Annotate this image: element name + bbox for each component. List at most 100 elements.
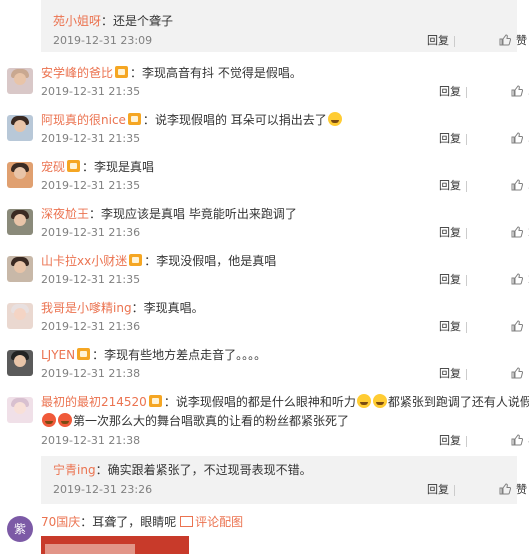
comment-meta: 2019-12-31 21:35 回复 30 (41, 131, 529, 147)
reply-button[interactable]: 回复 (439, 84, 461, 100)
reply-button[interactable]: 回复 (427, 482, 449, 498)
vip-badge-icon (148, 395, 162, 407)
emoji-icon (42, 413, 56, 427)
comment-meta: 2019-12-31 21:36 回复 16 (41, 319, 529, 335)
comment-body: 李现是真唱 (94, 160, 155, 174)
reply-button[interactable]: 回复 (439, 131, 461, 147)
divider (466, 134, 467, 145)
vip-badge-icon (127, 113, 141, 125)
comment-meta: 2019-12-31 23:09 回复 赞 (53, 33, 527, 49)
vip-badge-icon (129, 254, 143, 266)
thumbs-up-icon (511, 85, 523, 97)
comment-body: 说李现假唱的 耳朵可以捐出去了 (154, 113, 327, 127)
comment-body: 李现有些地方差点走音了。。。。 (104, 348, 267, 362)
comment-body-continued: 都紧张到跑调了还有人说假唱 (387, 395, 529, 409)
avatar[interactable] (7, 162, 33, 188)
comment-meta: 2019-12-31 21:35 回复 25 (41, 272, 529, 288)
comment-text: 安学峰的爸比 ：李现高音有抖 不觉得是假唱。 (41, 66, 302, 80)
divider (466, 275, 467, 286)
avatar[interactable] (7, 209, 33, 235)
comment-meta: 2019-12-31 21:36 回复 26 (41, 225, 529, 241)
comment-body: 说李现假唱的都是什么眼神和听力 (175, 395, 356, 409)
thumbs-up-icon (511, 226, 523, 238)
comment-text: 深夜尬王：李现应该是真唱 毕竟能听出来跑调了 (41, 207, 297, 221)
username-link[interactable]: 安学峰的爸比 (41, 66, 113, 80)
comment-meta: 2019-12-31 21:35 回复 30 (41, 178, 529, 194)
reply-button[interactable]: 回复 (439, 319, 461, 335)
like-count: 赞 (516, 34, 527, 47)
comment-body: 李现高音有抖 不觉得是假唱。 (142, 66, 302, 80)
username-link[interactable]: 阿现真的很nice (41, 113, 126, 127)
username-link[interactable]: 深夜尬王 (41, 207, 89, 221)
username-link[interactable]: 我哥是小嗲精ing (41, 301, 132, 315)
reply-button[interactable]: 回复 (439, 433, 461, 449)
username-link[interactable]: 山卡拉xx小财迷 (41, 254, 127, 268)
comment-body: 李现应该是真唱 毕竟能听出来跑调了 (101, 207, 297, 221)
comment-text: 最初的最初214520 ：说李现假唱的都是什么眼神和听力 都紧张到跑调了还有人说假唱 (41, 394, 529, 410)
thumbs-up-icon (511, 434, 523, 446)
avatar[interactable] (7, 397, 33, 423)
thumbs-up-icon (511, 320, 523, 332)
timestamp: 2019-12-31 21:35 (41, 179, 141, 192)
comment-text: 我哥是小嗲精ing：李现真唱。 (41, 301, 204, 315)
comment-text: 阿现真的很nice ：说李现假唱的 耳朵可以捐出去了 (41, 112, 343, 128)
emoji-icon (372, 394, 387, 408)
timestamp: 2019-12-31 21:36 (41, 226, 141, 239)
comment-text: 宁青ing：确实跟着紧张了，不过现哥表现不错。 (53, 463, 312, 477)
emoji-icon (58, 413, 72, 427)
thumbs-up-icon (511, 273, 523, 285)
picture-icon (180, 516, 194, 527)
comment-image-link[interactable]: 评论配图 (180, 515, 243, 529)
username-link[interactable]: 70国庆 (41, 515, 80, 529)
avatar[interactable] (7, 350, 33, 376)
comment-meta: 2019-12-31 21:38 回复 8 (41, 433, 529, 449)
timestamp: 2019-12-31 21:35 (41, 273, 141, 286)
avatar[interactable] (7, 68, 33, 94)
comment-image-thumbnail[interactable] (41, 536, 189, 554)
comment-text: LJYEN ：李现有些地方差点走音了。。。。 (41, 348, 267, 362)
avatar[interactable] (7, 256, 33, 282)
timestamp: 2019-12-31 21:35 (41, 85, 141, 98)
vip-badge-icon (115, 66, 129, 78)
vip-badge-icon (67, 160, 81, 172)
divider (466, 436, 467, 447)
username-link[interactable]: 宁青ing (53, 463, 96, 477)
timestamp: 2019-12-31 23:09 (53, 34, 153, 47)
divider (454, 485, 455, 496)
thumbs-up-icon (511, 132, 523, 144)
comment-body: 耳聋了，眼睛呢 (92, 515, 177, 529)
comment-body: 确实跟着紧张了，不过现哥表现不错。 (107, 463, 312, 477)
comment-body: 李现没假唱，他是真唱 (156, 254, 277, 268)
username-link[interactable]: 宠砚 (41, 160, 65, 174)
like-count: 赞 (516, 483, 527, 496)
reply-button[interactable]: 回复 (439, 225, 461, 241)
thumbs-up-icon (499, 34, 511, 46)
comment-meta: 2019-12-31 21:38 回复 13 (41, 366, 529, 382)
comment-body: 还是个聋子 (113, 14, 174, 28)
reply-button[interactable]: 回复 (439, 366, 461, 382)
timestamp: 2019-12-31 21:38 (41, 367, 141, 380)
divider (466, 369, 467, 380)
reply-button[interactable]: 回复 (439, 272, 461, 288)
reply-button[interactable]: 回复 (427, 33, 449, 49)
username-link[interactable]: LJYEN (41, 348, 75, 362)
comment-body-line2: 第一次那么大的舞台唱歌真的让看的粉丝都紧张死了 (73, 414, 350, 428)
sub-reply: 宁青ing：确实跟着紧张了，不过现哥表现不错。 2019-12-31 23:26… (41, 456, 527, 504)
reply-button[interactable]: 回复 (439, 178, 461, 194)
thumbs-up-icon (511, 367, 523, 379)
timestamp: 2019-12-31 21:36 (41, 320, 141, 333)
avatar[interactable]: 紫 (7, 516, 33, 542)
timestamp: 2019-12-31 21:38 (41, 434, 141, 447)
emoji-icon (356, 394, 371, 408)
divider (466, 87, 467, 98)
comment-image-label: 评论配图 (195, 515, 244, 529)
divider (454, 36, 455, 47)
vip-badge-icon (77, 348, 91, 360)
avatar[interactable] (7, 115, 33, 141)
avatar[interactable] (7, 303, 33, 329)
comment-text: 70国庆：耳聋了，眼睛呢 评论配图 (41, 515, 244, 529)
comment-text: 宠砚 ：李现是真唱 (41, 160, 155, 174)
username-link[interactable]: 苑小姐呀 (53, 14, 101, 28)
sub-reply: 苑小姐呀：还是个聋子 2019-12-31 23:09 回复 赞 (41, 0, 527, 52)
username-link[interactable]: 最初的最初214520 (41, 395, 147, 409)
